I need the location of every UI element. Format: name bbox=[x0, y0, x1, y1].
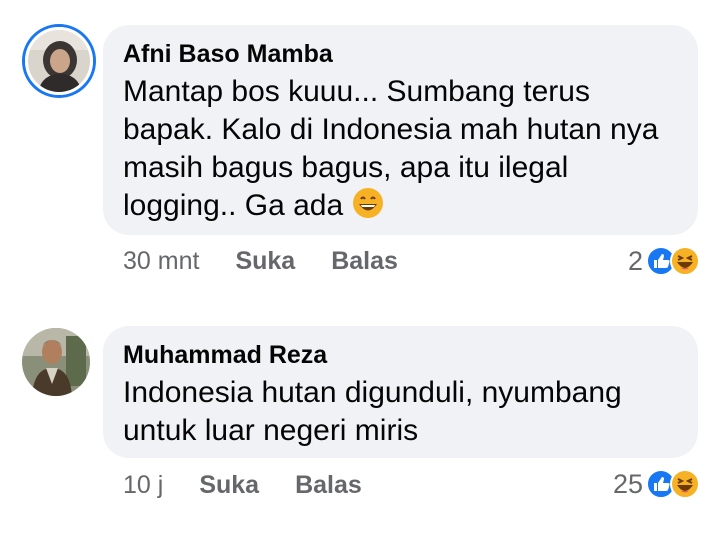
reaction-summary[interactable]: 2 bbox=[628, 241, 700, 281]
comment-time[interactable]: 30 mnt bbox=[123, 247, 199, 275]
comment-actions: 10 j Suka Balas bbox=[123, 465, 398, 505]
comment-text: Mantap bos kuuu... Sumbang terus bapak. … bbox=[123, 73, 678, 229]
comment-actions: 30 mnt Suka Balas bbox=[123, 241, 434, 281]
reply-button[interactable]: Balas bbox=[331, 247, 398, 275]
avatar-photo bbox=[28, 30, 90, 92]
comment-bubble: Muhammad Reza Indonesia hutan digunduli,… bbox=[103, 326, 698, 458]
comment-text-body: Mantap bos kuuu... Sumbang terus bapak. … bbox=[123, 75, 659, 222]
comment-author[interactable]: Afni Baso Mamba bbox=[123, 39, 678, 69]
comment-time[interactable]: 10 j bbox=[123, 471, 163, 499]
avatar[interactable] bbox=[22, 328, 90, 396]
avatar-photo bbox=[22, 328, 90, 396]
like-button[interactable]: Suka bbox=[235, 247, 295, 275]
like-button[interactable]: Suka bbox=[199, 471, 259, 499]
reaction-summary[interactable]: 25 bbox=[613, 464, 700, 504]
reply-button[interactable]: Balas bbox=[295, 471, 362, 499]
grinning-face-icon bbox=[352, 187, 384, 229]
comment-author[interactable]: Muhammad Reza bbox=[123, 340, 678, 370]
avatar[interactable] bbox=[25, 27, 93, 95]
comment-text: Indonesia hutan digunduli, nyumbang untu… bbox=[123, 376, 622, 447]
reaction-count: 25 bbox=[612, 468, 643, 499]
haha-icon bbox=[670, 246, 700, 276]
haha-icon bbox=[670, 469, 700, 499]
reaction-count: 2 bbox=[627, 245, 643, 276]
comment-bubble: Afni Baso Mamba Mantap bos kuuu... Sumba… bbox=[103, 25, 698, 235]
